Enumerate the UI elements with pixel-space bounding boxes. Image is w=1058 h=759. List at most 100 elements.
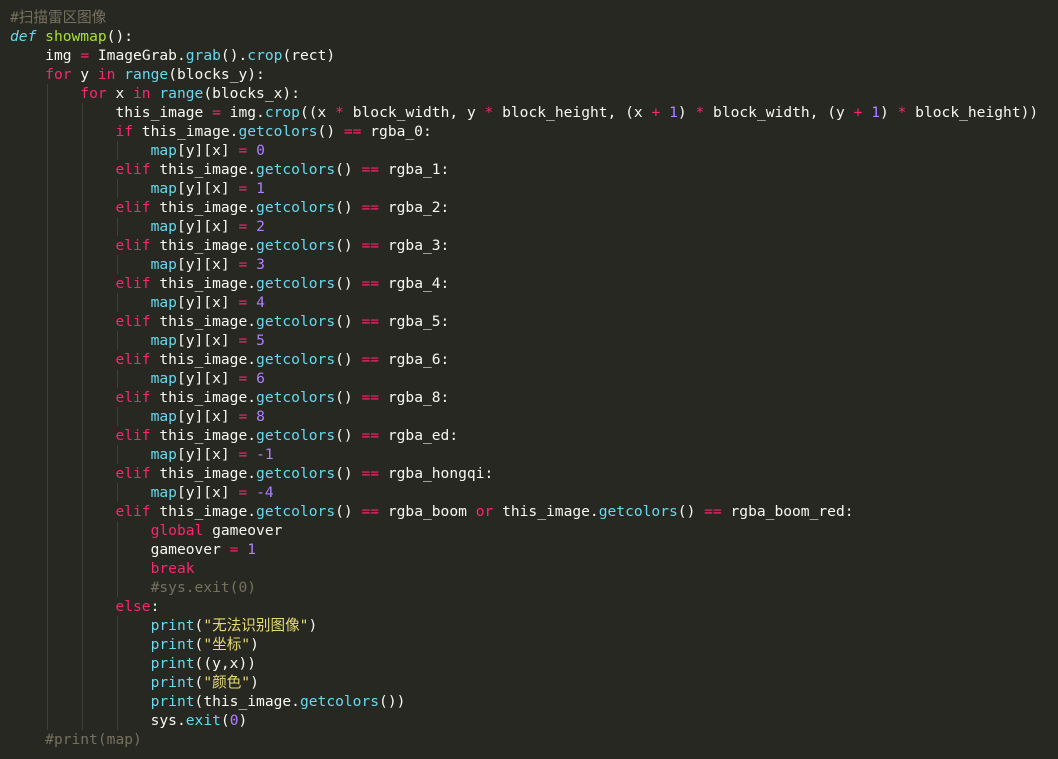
operator-token: == (361, 427, 380, 444)
builtin-token: map (150, 218, 177, 235)
code-line[interactable]: global gameover (10, 521, 1038, 540)
code-line[interactable]: elif this_image.getcolors() == rgba_ed: (10, 426, 1038, 445)
operator-token: * (335, 104, 344, 121)
builtin-token: crop (247, 47, 283, 64)
builtin-token: grab (185, 47, 221, 64)
code-line[interactable]: map[y][x] = -1 (10, 445, 1038, 464)
text-token: this_image. (150, 237, 257, 254)
code-line[interactable]: elif this_image.getcolors() == rgba_2: (10, 198, 1038, 217)
code-line[interactable]: map[y][x] = 5 (10, 331, 1038, 350)
code-line[interactable]: for x in range(blocks_x): (10, 84, 1038, 103)
code-line[interactable]: elif this_image.getcolors() == rgba_boom… (10, 502, 1038, 521)
number-token: 1 (871, 104, 881, 121)
code-line[interactable]: this_image = img.crop((x * block_width, … (10, 103, 1038, 122)
keyword-token: elif (115, 427, 151, 444)
code-line[interactable]: sys.exit(0) (10, 711, 1038, 730)
code-line[interactable]: map[y][x] = 6 (10, 369, 1038, 388)
code-line[interactable]: break (10, 559, 1038, 578)
code-line[interactable]: for y in range(blocks_y): (10, 65, 1038, 84)
keyword-token: in (97, 66, 116, 83)
text-token: () (677, 503, 705, 520)
text-token: (this_image. (194, 693, 300, 710)
code-area[interactable]: #扫描雷区图像 def showmap(): img = ImageGrab.gr… (10, 8, 1038, 749)
def-keyword-token: def (10, 28, 37, 45)
text-token: rgba_8: (379, 389, 450, 406)
builtin-token: crop (264, 104, 300, 121)
operator-token: == (361, 465, 380, 482)
code-line[interactable]: print("颜色") (10, 673, 1038, 692)
code-line[interactable]: print(this_image.getcolors()) (10, 692, 1038, 711)
code-line[interactable]: map[y][x] = -4 (10, 483, 1038, 502)
text-token: ((y,x)) (194, 655, 257, 672)
code-line[interactable]: map[y][x] = 4 (10, 293, 1038, 312)
text-token: block_width, (y (704, 104, 854, 121)
code-line[interactable]: map[y][x] = 1 (10, 179, 1038, 198)
code-line[interactable]: gameover = 1 (10, 540, 1038, 559)
code-line[interactable]: elif this_image.getcolors() == rgba_hong… (10, 464, 1038, 483)
text-token: this_image. (150, 503, 257, 520)
operator-token: = (238, 180, 248, 197)
code-line[interactable]: elif this_image.getcolors() == rgba_3: (10, 236, 1038, 255)
builtin-token: getcolors (256, 351, 336, 368)
keyword-token: elif (115, 389, 151, 406)
code-line[interactable]: print((y,x)) (10, 654, 1038, 673)
text-token: y (71, 66, 98, 83)
code-line[interactable]: def showmap(): (10, 27, 1038, 46)
operator-token: * (695, 104, 705, 121)
builtin-token: range (159, 85, 204, 102)
text-token: block_height, (x (493, 104, 652, 121)
code-line[interactable]: map[y][x] = 3 (10, 255, 1038, 274)
code-line[interactable]: elif this_image.getcolors() == rgba_8: (10, 388, 1038, 407)
code-line[interactable]: elif this_image.getcolors() == rgba_1: (10, 160, 1038, 179)
operator-token: == (361, 389, 380, 406)
code-line[interactable]: img = ImageGrab.grab().crop(rect) (10, 46, 1038, 65)
builtin-token: map (150, 142, 177, 159)
text-token: rgba_5: (379, 313, 450, 330)
text-token: ) (250, 636, 259, 653)
number-token: 6 (256, 370, 265, 387)
builtin-token: getcolors (256, 427, 336, 444)
operator-token: == (361, 351, 380, 368)
operator-token: = (238, 370, 248, 387)
text-token: rgba_hongqi: (379, 465, 494, 482)
text-token: this_image. (133, 123, 239, 140)
text-token: () (335, 465, 362, 482)
code-line[interactable]: #扫描雷区图像 (10, 8, 1038, 27)
builtin-token: getcolors (256, 389, 336, 406)
code-line[interactable]: print("坐标") (10, 635, 1038, 654)
operator-token: = (238, 142, 248, 159)
code-line[interactable]: map[y][x] = 2 (10, 217, 1038, 236)
number-token: 3 (256, 256, 265, 273)
text-token: sys. (150, 712, 186, 729)
operator-token: = (238, 294, 248, 311)
text-token: [y][x] (176, 446, 239, 463)
code-line[interactable]: if this_image.getcolors() == rgba_0: (10, 122, 1038, 141)
code-editor[interactable]: #扫描雷区图像 def showmap(): img = ImageGrab.gr… (0, 0, 1058, 759)
operator-token: = (212, 104, 221, 121)
code-line[interactable]: elif this_image.getcolors() == rgba_5: (10, 312, 1038, 331)
code-line[interactable]: #print(map) (10, 730, 1038, 749)
code-line[interactable]: else: (10, 597, 1038, 616)
code-line[interactable]: #sys.exit(0) (10, 578, 1038, 597)
code-line[interactable]: elif this_image.getcolors() == rgba_6: (10, 350, 1038, 369)
text-token: [y][x] (176, 332, 239, 349)
text-token: [y][x] (176, 294, 239, 311)
code-line[interactable]: map[y][x] = 8 (10, 407, 1038, 426)
code-line[interactable]: print("无法识别图像") (10, 616, 1038, 635)
code-line[interactable]: elif this_image.getcolors() == rgba_4: (10, 274, 1038, 293)
code-line[interactable]: map[y][x] = 0 (10, 141, 1038, 160)
text-token: ImageGrab. (89, 47, 186, 64)
